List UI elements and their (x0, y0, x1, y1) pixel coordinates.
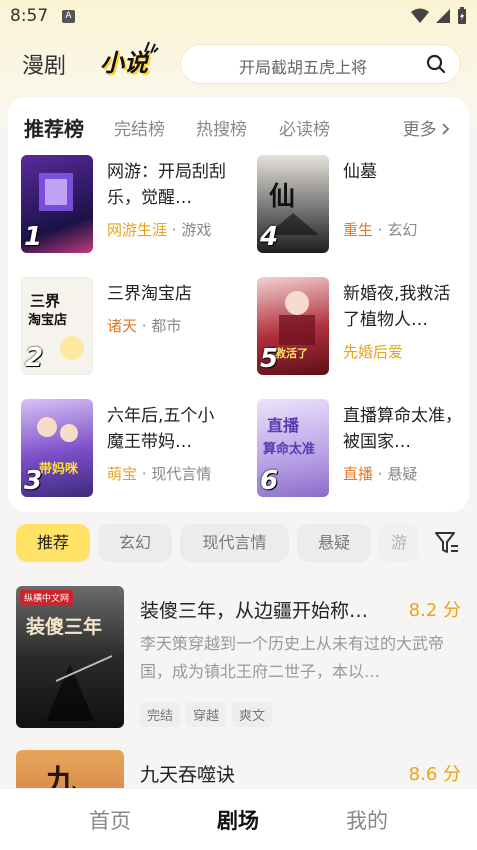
book-cover: 仙 4 (257, 155, 329, 253)
svg-text:仙: 仙 (269, 182, 295, 211)
book-tags: 先婚后爱 (343, 343, 404, 361)
search-icon[interactable] (426, 54, 446, 74)
book-cover: 救活了 5 (257, 277, 329, 375)
book-cover: 纵横中文网 装傻三年 (16, 586, 124, 728)
category-chips: 推荐 玄幻 现代言情 悬疑 游 (16, 524, 477, 564)
search-placeholder: 开局截胡五虎上将 (239, 58, 368, 77)
rank-item[interactable]: 救活了 5 新婚夜,我救活了植物人… 先婚后爱 (257, 277, 477, 377)
svg-text:淘宝店: 淘宝店 (28, 312, 67, 328)
rank-number: 6 (260, 466, 279, 496)
book-tag: 完结 (140, 702, 181, 727)
book-tags: 诸天 · 都市 (107, 317, 182, 335)
chip-modern-romance[interactable]: 现代言情 (180, 524, 289, 562)
tab-manju[interactable]: 漫剧 (22, 48, 66, 80)
rank-number: 2 (25, 343, 44, 373)
book-cover: 1 (21, 155, 93, 253)
tab-hot-rank[interactable]: 热搜榜 (196, 115, 247, 140)
tab-must-read-rank[interactable]: 必读榜 (279, 115, 330, 140)
svg-text:直播: 直播 (267, 416, 300, 435)
book-cover: 三界淘宝店 2 (21, 277, 93, 375)
rank-number: 1 (24, 222, 43, 252)
sparkle-icon (144, 41, 159, 54)
book-title: 装傻三年，从边疆开始称… (140, 600, 369, 622)
ranking-tabs: 推荐榜 完结榜 热搜榜 必读榜 更多 (24, 115, 464, 145)
rank-item[interactable]: 仙 4 仙墓 重生 · 玄幻 (257, 155, 477, 255)
filter-icon[interactable] (434, 530, 460, 556)
book-score: 8.2 分 (408, 600, 461, 621)
notification-icon: A (62, 10, 75, 23)
nav-home[interactable]: 首页 (89, 805, 131, 835)
rank-item[interactable]: 带妈咪 3 六年后,五个小魔王带妈… 萌宝 · 现代言情 (21, 399, 241, 499)
more-link[interactable]: 更多 (403, 115, 450, 140)
book-cover: 直播算命太准 6 (257, 399, 329, 497)
tab-finished-rank[interactable]: 完结榜 (114, 115, 165, 140)
status-icons (411, 7, 467, 25)
wifi-icon (411, 8, 429, 23)
rank-number: 5 (260, 344, 279, 374)
tab-recommend-rank[interactable]: 推荐榜 (24, 113, 84, 142)
book-tags: 萌宝 · 现代言情 (107, 465, 212, 483)
book-title: 九天吞噬诀 (140, 764, 236, 786)
book-tags: 直播 · 悬疑 (343, 465, 418, 483)
book-list-item[interactable]: 九 九天吞噬诀 8.6 分 (16, 750, 461, 790)
chip-xuanhuan[interactable]: 玄幻 (98, 524, 172, 562)
cover-art (46, 655, 113, 721)
battery-icon (458, 7, 466, 24)
svg-text:算命太准: 算命太准 (263, 441, 315, 457)
book-title: 三界淘宝店 (107, 284, 192, 304)
book-tags: 网游生涯 · 游戏 (107, 221, 212, 239)
chip-recommend[interactable]: 推荐 (16, 524, 90, 562)
chevron-right-icon (442, 123, 450, 135)
top-bar: 漫剧 小说 开局截胡五虎上将 (0, 40, 477, 88)
book-score: 8.6 分 (408, 764, 461, 785)
rank-item[interactable]: 1 网游：开局刮刮乐，觉醒… 网游生涯 · 游戏 (21, 155, 241, 255)
svg-text:带妈咪: 带妈咪 (39, 461, 79, 477)
book-tag: 穿越 (186, 702, 227, 727)
book-title: 仙墓 (343, 162, 377, 182)
nav-mine[interactable]: 我的 (346, 805, 388, 835)
rank-item[interactable]: 直播算命太准 6 直播算命太准，被国家… 直播 · 悬疑 (257, 399, 477, 499)
rank-item[interactable]: 三界 淘宝店 2 三界淘宝店 诸天 · 都市 (21, 277, 241, 377)
book-title: 网游：开局刮刮乐，觉醒… (107, 162, 226, 208)
tab-xiaoshuo[interactable]: 小说 (100, 43, 148, 78)
book-tag: 爽文 (232, 702, 273, 727)
signal-icon (436, 9, 450, 23)
status-bar: 8:57 A (0, 0, 477, 32)
search-bar[interactable]: 开局截胡五虎上将 (180, 44, 461, 84)
book-cover: 九 (16, 750, 124, 790)
book-description: 李天策穿越到一个历史上从未有过的大武帝国，成为镇北王府二世子，本以… (140, 634, 445, 681)
cover-title: 九 (46, 764, 76, 790)
book-tags: 完结 穿越 爽文 (140, 702, 273, 727)
book-cover: 带妈咪 3 (21, 399, 93, 497)
status-time: 8:57 (10, 6, 49, 26)
svg-text:救活了: 救活了 (275, 346, 308, 360)
ranking-card: 推荐榜 完结榜 热搜榜 必读榜 更多 1 网游：开局刮刮乐，觉醒… 网游生涯 ·… (8, 97, 469, 512)
rank-number: 4 (260, 222, 279, 252)
book-title: 六年后,五个小魔王带妈… (107, 406, 215, 452)
book-title: 新婚夜,我救活了植物人… (343, 284, 451, 330)
more-label: 更多 (402, 120, 437, 140)
book-list-item[interactable]: 纵横中文网 装傻三年 装傻三年，从边疆开始称… 8.2 分 李天策穿越到一个历史… (16, 586, 461, 736)
book-title: 直播算命太准，被国家… (343, 406, 462, 452)
svg-text:三界: 三界 (30, 292, 60, 310)
bottom-navigation: 首页 剧场 我的 (0, 788, 477, 850)
chip-game[interactable]: 游 (379, 524, 419, 562)
rank-number: 3 (24, 466, 43, 496)
chip-suspense[interactable]: 悬疑 (297, 524, 371, 562)
nav-theater[interactable]: 剧场 (217, 805, 259, 835)
book-tags: 重生 · 玄幻 (343, 221, 418, 239)
